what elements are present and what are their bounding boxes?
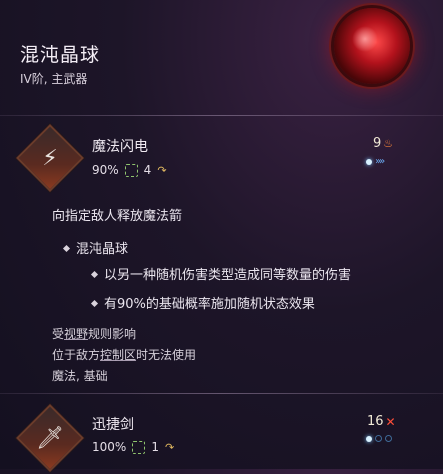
item-title: 混沌晶球 — [20, 44, 101, 66]
ability-divider — [0, 393, 443, 394]
vision-keyword-link[interactable]: 视野 — [64, 327, 88, 341]
item-subtitle: IV阶, 主武器 — [20, 72, 88, 86]
rule-note-control-zone: 位于敌方控制区时无法使用 — [52, 348, 197, 362]
hit-chance-value: 100% — [92, 440, 127, 454]
effect-item: 有90%的基础概率施加随机状态效果 — [90, 293, 315, 312]
header-divider — [0, 115, 443, 116]
ability-tags: 魔法, 基础 — [52, 369, 108, 383]
hit-chance-value: 90% — [92, 163, 119, 177]
rule-note-vision: 受视野规则影响 — [52, 327, 137, 341]
cooldown-pip-empty — [385, 435, 392, 442]
ability-name: 魔法闪电 — [92, 139, 148, 155]
swift-sword-icon: 🗡 — [16, 404, 84, 472]
movement-value: 1 — [151, 440, 159, 454]
bullet-diamond-icon — [90, 270, 99, 279]
magic-bolt-icon: ⚡ — [16, 124, 84, 192]
cooldown-pip-empty — [375, 435, 382, 442]
crossed-swords-icon: ✕ — [385, 414, 396, 429]
ability-cost: 16 ✕ — [367, 414, 396, 429]
ability-description: 向指定敌人释放魔法箭 — [52, 209, 183, 224]
bullet-diamond-icon — [90, 299, 99, 308]
ability-stats: 100% 1 ↷ — [92, 440, 174, 454]
movement-arrow-icon: ↷ — [164, 440, 175, 454]
fire-icon: ♨ — [383, 137, 394, 150]
effects-header: 混沌晶球 — [62, 238, 128, 257]
hit-chance-icon — [132, 440, 146, 454]
hit-chance-icon — [124, 163, 138, 177]
cooldown-indicator — [366, 435, 392, 442]
ap-cost-value: 9 — [373, 136, 382, 151]
effect-item: 以另一种随机伤害类型造成同等数量的伤害 — [90, 264, 351, 283]
ability-name: 迅捷剑 — [92, 417, 134, 433]
cooldown-pip — [366, 435, 372, 442]
movement-arrow-icon: ↷ — [157, 163, 167, 177]
control-zone-keyword-link[interactable]: 控制区 — [100, 348, 136, 362]
movement-value: 4 — [143, 163, 152, 177]
ability-stats: 90% 4 ↷ — [92, 163, 167, 177]
cooldown-indicator: »» — [366, 156, 385, 167]
ap-cost-value: 16 — [367, 414, 384, 429]
cooldown-pip — [366, 158, 372, 165]
chaos-orb-icon — [334, 8, 410, 84]
ability-cost: 9 ♨ — [373, 136, 393, 151]
bullet-diamond-icon — [62, 244, 71, 253]
charge-arrows-icon: »» — [375, 156, 385, 167]
item-tooltip-panel: 混沌晶球 IV阶, 主武器 ⚡ 魔法闪电 90% 4 ↷ 9 ♨ »» 向指定敌… — [0, 0, 443, 472]
